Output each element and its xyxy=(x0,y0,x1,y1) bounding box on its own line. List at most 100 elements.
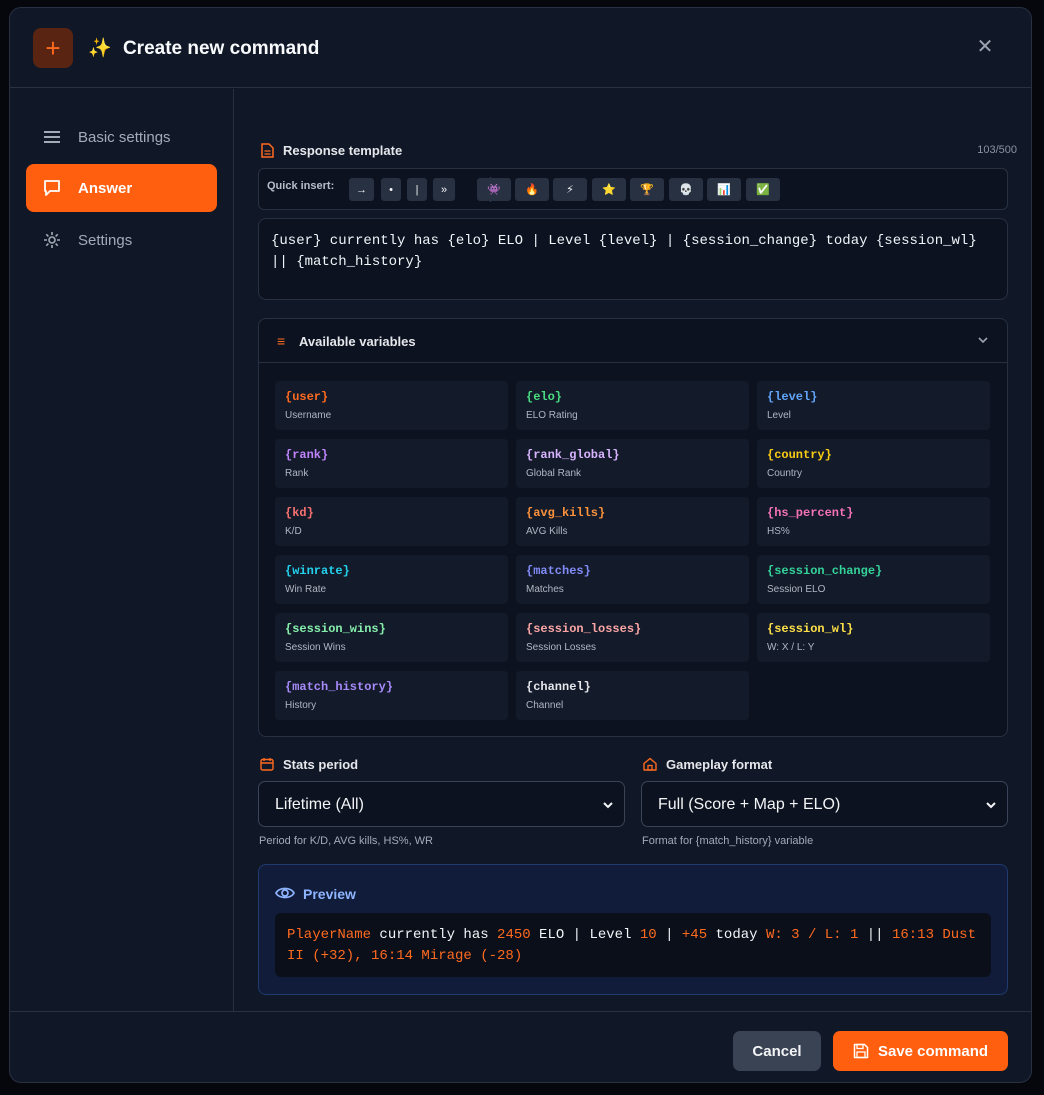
variable-chip-country[interactable]: {country} Country xyxy=(757,439,990,488)
list-icon: ≡ xyxy=(277,333,286,349)
variable-chip-session-wins[interactable]: {session_wins} Session Wins xyxy=(275,613,508,662)
variable-desc: ELO Rating xyxy=(526,410,578,421)
variable-desc: Username xyxy=(285,410,332,421)
quick-insert-guillemet-button[interactable]: » xyxy=(433,178,455,201)
variable-chip-matches[interactable]: {matches} Matches xyxy=(516,555,749,604)
variable-desc: Rank xyxy=(285,468,309,479)
variable-desc: History xyxy=(285,700,317,711)
response-template-label: Response template xyxy=(259,142,402,158)
quick-insert-bullet-button[interactable]: • xyxy=(381,178,401,201)
chat-bubble-icon xyxy=(42,178,62,198)
save-icon xyxy=(853,1043,869,1059)
available-variables-title: Available variables xyxy=(299,334,416,349)
variable-chip-session-change[interactable]: {session_change} Session ELO xyxy=(757,555,990,604)
variable-desc: Session ELO xyxy=(767,584,826,595)
variable-chip-elo[interactable]: {elo} ELO Rating xyxy=(516,381,749,430)
create-command-dialog: + ✨ Create new command ✕ Basic settings … xyxy=(9,7,1032,1083)
variable-code: {winrate} xyxy=(285,564,350,578)
sidebar-item-label: Basic settings xyxy=(78,128,171,146)
variable-chip-winrate[interactable]: {winrate} Win Rate xyxy=(275,555,508,604)
sparkles-icon: ✨ xyxy=(88,38,112,59)
stats-period-help: Period for K/D, AVG kills, HS%, WR xyxy=(259,835,434,847)
variable-code: {kd} xyxy=(285,506,314,520)
quick-insert-trophy-emoji-button[interactable]: 🏆 xyxy=(630,178,664,201)
variable-desc: Matches xyxy=(526,584,564,595)
variable-code: {session_losses} xyxy=(526,622,642,636)
preview-elo: 2450 xyxy=(497,927,531,943)
quick-insert-alien-emoji-button[interactable]: 👾 xyxy=(477,178,511,201)
variable-code: {session_wins} xyxy=(285,622,386,636)
available-variables-panel: ≡ Available variables {user} Username {e… xyxy=(258,318,1008,737)
variable-chip-session-losses[interactable]: {session_losses} Session Losses xyxy=(516,613,749,662)
variable-desc: HS% xyxy=(767,526,790,537)
preview-title: Preview xyxy=(303,886,356,902)
variable-code: {hs_percent} xyxy=(767,506,854,520)
sidebar-item-label: Settings xyxy=(78,231,133,249)
close-icon[interactable]: ✕ xyxy=(976,37,994,57)
quick-insert-pipe-button[interactable]: | xyxy=(407,178,427,201)
variable-desc: Level xyxy=(767,410,791,421)
variable-code: {user} xyxy=(285,390,329,404)
variable-code: {matches} xyxy=(526,564,591,578)
sidebar-item-basic-settings[interactable]: Basic settings xyxy=(26,113,217,161)
sidebar-item-answer[interactable]: Answer xyxy=(26,164,217,212)
variable-code: {avg_kills} xyxy=(526,506,606,520)
eye-icon xyxy=(275,885,295,903)
variable-desc: W: X / L: Y xyxy=(767,642,815,653)
sidebar-item-label: Answer xyxy=(78,179,133,197)
gameplay-format-help: Format for {match_history} variable xyxy=(642,835,814,847)
variable-desc: Session Wins xyxy=(285,642,346,653)
quick-insert-chart-emoji-button[interactable]: 📊 xyxy=(707,178,741,201)
gameplay-format-select[interactable]: Full (Score + Map + ELO) xyxy=(641,781,1008,827)
variable-code: {elo} xyxy=(526,390,563,404)
gear-icon xyxy=(42,230,62,250)
variable-code: {session_wl} xyxy=(767,622,854,636)
available-variables-header[interactable]: ≡ Available variables xyxy=(259,319,1007,363)
variable-code: {country} xyxy=(767,448,832,462)
variable-desc: Session Losses xyxy=(526,642,597,653)
variable-chip-avg-kills[interactable]: {avg_kills} AVG Kills xyxy=(516,497,749,546)
variable-chip-rank[interactable]: {rank} Rank xyxy=(275,439,508,488)
variable-desc: Country xyxy=(767,468,803,479)
variable-chip-rank-global[interactable]: {rank_global} Global Rank xyxy=(516,439,749,488)
variable-desc: AVG Kills xyxy=(526,526,568,537)
variable-chip-hs-percent[interactable]: {hs_percent} HS% xyxy=(757,497,990,546)
variable-code: {rank_global} xyxy=(526,448,620,462)
sidebar-item-settings[interactable]: Settings xyxy=(26,216,217,264)
variable-desc: K/D xyxy=(285,526,302,537)
quick-insert-bar: Quick insert: → • | » 👾 🔥 ⚡ ⭐ 🏆 💀 📊 ✅ xyxy=(258,168,1008,210)
variable-chip-match-history[interactable]: {match_history} History xyxy=(275,671,508,720)
quick-insert-fire-emoji-button[interactable]: 🔥 xyxy=(515,178,549,201)
document-icon xyxy=(259,142,275,158)
chevron-down-icon xyxy=(602,798,614,810)
plus-icon: + xyxy=(33,28,73,68)
variable-code: {session_change} xyxy=(767,564,883,578)
save-command-button[interactable]: Save command xyxy=(833,1031,1008,1071)
quick-insert-check-emoji-button[interactable]: ✅ xyxy=(746,178,780,201)
dialog-footer: Cancel Save command xyxy=(10,1011,1031,1082)
variable-chip-kd[interactable]: {kd} K/D xyxy=(275,497,508,546)
variable-code: {rank} xyxy=(285,448,329,462)
stats-period-label: Stats period xyxy=(259,756,358,772)
chevron-down-icon[interactable] xyxy=(977,333,989,345)
cancel-button[interactable]: Cancel xyxy=(733,1031,821,1071)
quick-insert-arrow-button[interactable]: → xyxy=(349,178,374,201)
variable-desc: Global Rank xyxy=(526,468,582,479)
variable-chip-user[interactable]: {user} Username xyxy=(275,381,508,430)
variable-chip-level[interactable]: {level} Level xyxy=(757,381,990,430)
gameplay-format-label: Gameplay format xyxy=(642,756,772,772)
menu-icon xyxy=(42,127,62,147)
quick-insert-lightning-emoji-button[interactable]: ⚡ xyxy=(553,178,587,201)
dialog-header: + ✨ Create new command ✕ xyxy=(10,8,1031,88)
response-template-textarea[interactable]: {user} currently has {elo} ELO | Level {… xyxy=(258,218,1008,300)
quick-insert-star-emoji-button[interactable]: ⭐ xyxy=(592,178,626,201)
preview-change: +45 xyxy=(681,927,708,943)
preview-output: PlayerName currently has 2450 ELO | Leve… xyxy=(275,913,991,977)
main-content: Response template 103/500 Quick insert: … xyxy=(235,89,1031,1011)
quick-insert-skull-emoji-button[interactable]: 💀 xyxy=(669,178,703,201)
variable-code: {level} xyxy=(767,390,818,404)
char-counter: 103/500 xyxy=(977,144,1017,156)
stats-period-select[interactable]: Lifetime (All) xyxy=(258,781,625,827)
variable-chip-session-wl[interactable]: {session_wl} W: X / L: Y xyxy=(757,613,990,662)
variable-chip-channel[interactable]: {channel} Channel xyxy=(516,671,749,720)
